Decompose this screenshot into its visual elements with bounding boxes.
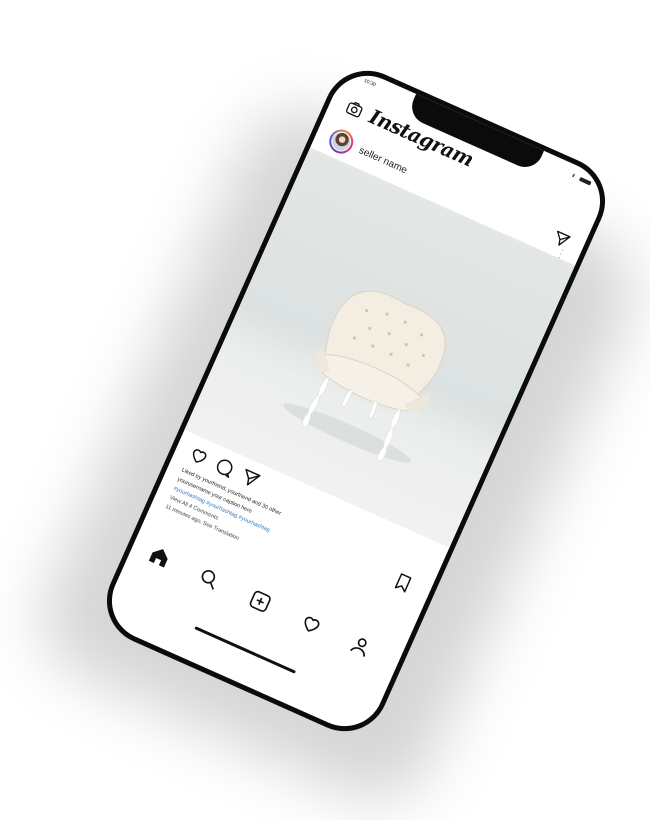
comment-icon[interactable] xyxy=(211,454,237,480)
avatar[interactable] xyxy=(325,125,358,158)
seller-name[interactable]: seller name xyxy=(357,145,409,176)
status-time: 10:30 xyxy=(362,77,377,89)
camera-icon[interactable] xyxy=(343,97,367,121)
profile-icon[interactable] xyxy=(346,632,375,661)
add-post-icon[interactable] xyxy=(246,587,275,616)
search-icon[interactable] xyxy=(195,564,224,593)
heart-icon[interactable] xyxy=(297,610,326,639)
bookmark-icon[interactable] xyxy=(390,570,416,596)
battery-icon xyxy=(578,176,592,186)
signal-icon: ıııl xyxy=(570,172,575,179)
home-icon[interactable] xyxy=(145,542,174,571)
heart-icon[interactable] xyxy=(186,443,212,469)
paper-plane-icon[interactable] xyxy=(237,466,263,492)
